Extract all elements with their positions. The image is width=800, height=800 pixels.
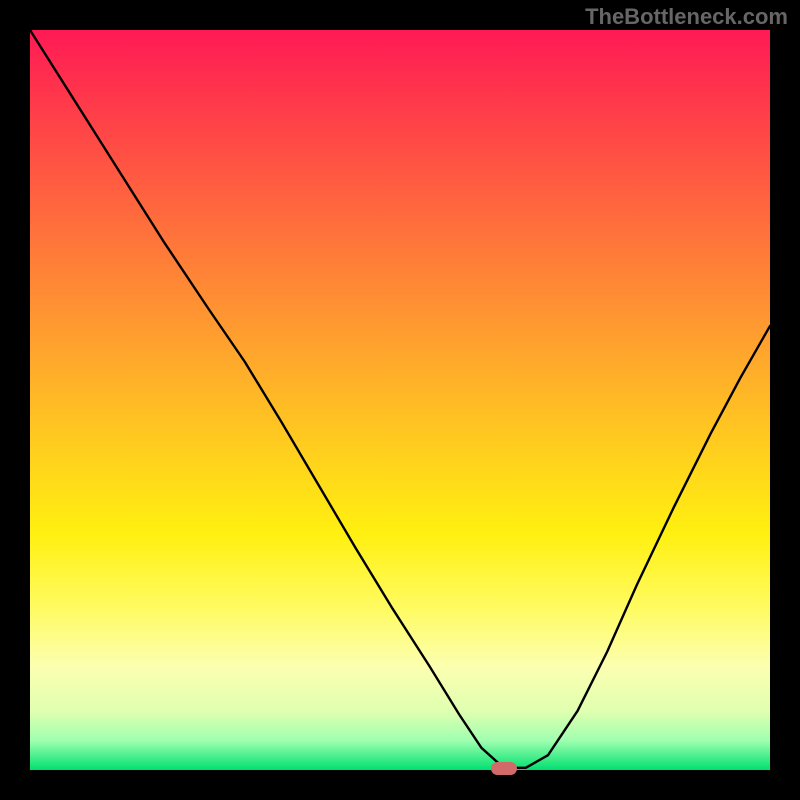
optimum-marker <box>491 762 517 775</box>
bottleneck-curve <box>30 30 770 770</box>
plot-area <box>30 30 770 770</box>
watermark-text: TheBottleneck.com <box>585 4 788 30</box>
